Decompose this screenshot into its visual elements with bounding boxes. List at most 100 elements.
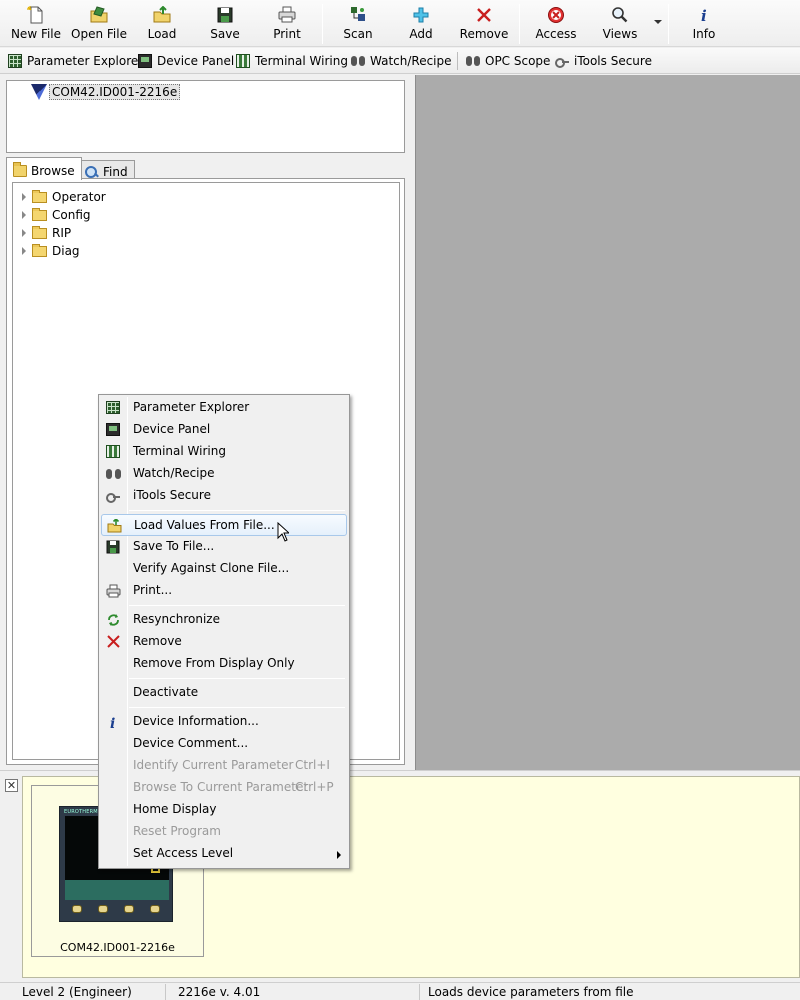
controller-button (150, 905, 160, 913)
status-message: Loads device parameters from file (428, 985, 634, 999)
save-icon (106, 540, 121, 554)
folder-icon (32, 189, 47, 203)
menu-item-itools-secure[interactable]: iTools Secure (101, 485, 347, 507)
parameter-explorer-button[interactable]: Parameter Explorer (8, 52, 143, 70)
terminal-wiring-button[interactable]: Terminal Wiring (236, 52, 348, 70)
toolbar-separator (519, 4, 520, 44)
device-panel-icon (106, 423, 120, 436)
print-button[interactable]: Print (257, 6, 317, 44)
menu-item-reset-program[interactable]: Reset Program (101, 821, 347, 843)
save-icon (216, 6, 234, 24)
new-file-button[interactable]: New File (6, 6, 66, 44)
itools-secure-button[interactable]: iTools Secure (555, 52, 652, 70)
menu-item-device-information[interactable]: i Device Information... (101, 711, 347, 733)
tree-item-operator[interactable]: Operator (22, 188, 106, 206)
main-toolbar: New File Open File Load Save Print Scan (0, 0, 800, 47)
menu-item-print[interactable]: Print... (101, 580, 347, 602)
menu-item-remove-from-display-only[interactable]: Remove From Display Only (101, 653, 347, 675)
expand-arrow-icon[interactable] (22, 247, 26, 255)
device-panel-button[interactable]: Device Panel (138, 52, 234, 70)
watch-recipe-button[interactable]: Watch/Recipe (351, 52, 452, 70)
menu-item-load-values-from-file[interactable]: Load Values From File... (101, 514, 347, 536)
controller-button (124, 905, 134, 913)
device-panel-icon (138, 54, 152, 68)
device-node[interactable]: COM42.ID001-2216e (31, 83, 181, 101)
expand-arrow-icon[interactable] (22, 193, 26, 201)
tab-browse-label: Browse (31, 163, 75, 178)
access-button[interactable]: Access (526, 6, 586, 44)
menu-item-deactivate[interactable]: Deactivate (101, 682, 347, 704)
tree-item-config[interactable]: Config (22, 206, 91, 224)
scan-button[interactable]: Scan (328, 6, 388, 44)
menu-item-browse-to-current-parameter[interactable]: Browse To Current Parameter Ctrl+P (101, 777, 347, 799)
controller-button (72, 905, 82, 913)
status-access-level: Level 2 (Engineer) (22, 985, 132, 999)
resynchronize-icon (106, 613, 121, 627)
menu-item-parameter-explorer[interactable]: Parameter Explorer (101, 397, 347, 419)
opc-scope-button[interactable]: OPC Scope (466, 52, 550, 70)
menu-item-remove[interactable]: Remove (101, 631, 347, 653)
scan-label: Scan (343, 27, 373, 41)
expand-arrow-icon[interactable] (22, 211, 26, 219)
binoculars-icon (351, 54, 365, 68)
load-button[interactable]: Load (132, 5, 192, 44)
add-label: Add (409, 27, 433, 41)
menu-item-set-access-level[interactable]: Set Access Level (101, 843, 347, 865)
folder-icon (13, 161, 27, 177)
menu-item-label: Browse To Current Parameter (133, 780, 309, 794)
tree-item-diag[interactable]: Diag (22, 242, 80, 260)
tree-item-label: RIP (52, 226, 72, 240)
terminal-wiring-icon (106, 445, 120, 458)
submenu-arrow-icon (337, 851, 341, 859)
expand-arrow-icon[interactable] (22, 229, 26, 237)
info-icon: i (106, 715, 121, 732)
toolbar-separator (322, 4, 323, 44)
menu-item-label: Print... (133, 583, 173, 597)
menu-item-save-to-file[interactable]: Save To File... (101, 536, 347, 558)
menu-item-terminal-wiring[interactable]: Terminal Wiring (101, 441, 347, 463)
svg-text:i: i (701, 7, 707, 24)
access-icon (547, 6, 565, 24)
tree-item-label: Operator (52, 190, 106, 204)
key-icon (106, 489, 121, 503)
menu-item-watch-recipe[interactable]: Watch/Recipe (101, 463, 347, 485)
remove-button[interactable]: Remove (454, 6, 514, 44)
menu-item-device-comment[interactable]: Device Comment... (101, 733, 347, 755)
device-list-panel: COM42.ID001-2216e (6, 80, 405, 153)
folder-icon (32, 243, 47, 257)
tree-item-label: Config (52, 208, 91, 222)
tree-item-rip[interactable]: RIP (22, 224, 71, 242)
views-dropdown-arrow[interactable] (654, 20, 662, 24)
context-menu: Parameter Explorer Device Panel Terminal… (98, 394, 350, 869)
menu-item-label: Reset Program (133, 824, 221, 838)
print-label: Print (273, 27, 301, 41)
brand-label: EUROTHERM (64, 809, 98, 815)
views-button[interactable]: Views (590, 6, 650, 44)
workspace-area (415, 75, 800, 770)
status-separator (419, 984, 420, 1000)
info-label: Info (692, 27, 716, 41)
menu-item-verify-against-clone-file[interactable]: Verify Against Clone File... (101, 558, 347, 580)
add-button[interactable]: Add (391, 6, 451, 44)
menu-item-identify-current-parameter[interactable]: Identify Current Parameter Ctrl+I (101, 755, 347, 777)
open-file-button[interactable]: Open File (69, 6, 129, 44)
opc-scope-label: OPC Scope (485, 54, 551, 68)
info-button[interactable]: i Info (674, 6, 734, 44)
menu-item-resynchronize[interactable]: Resynchronize (101, 609, 347, 631)
views-label: Views (602, 27, 638, 41)
find-icon (85, 165, 99, 178)
menu-item-label: Remove From Display Only (133, 656, 295, 670)
save-label: Save (210, 27, 240, 41)
load-icon (107, 517, 122, 533)
close-panel-button[interactable]: ✕ (5, 779, 18, 792)
tab-find[interactable]: Find (78, 160, 135, 179)
browse-find-tabs: Browse Find (6, 157, 405, 180)
menu-item-label: Terminal Wiring (133, 444, 226, 458)
save-button[interactable]: Save (195, 6, 255, 44)
menu-item-home-display[interactable]: Home Display (101, 799, 347, 821)
folder-icon (32, 225, 47, 239)
tab-browse[interactable]: Browse (6, 157, 82, 180)
menu-item-device-panel[interactable]: Device Panel (101, 419, 347, 441)
grid-icon (8, 54, 22, 68)
load-label: Load (147, 27, 177, 41)
